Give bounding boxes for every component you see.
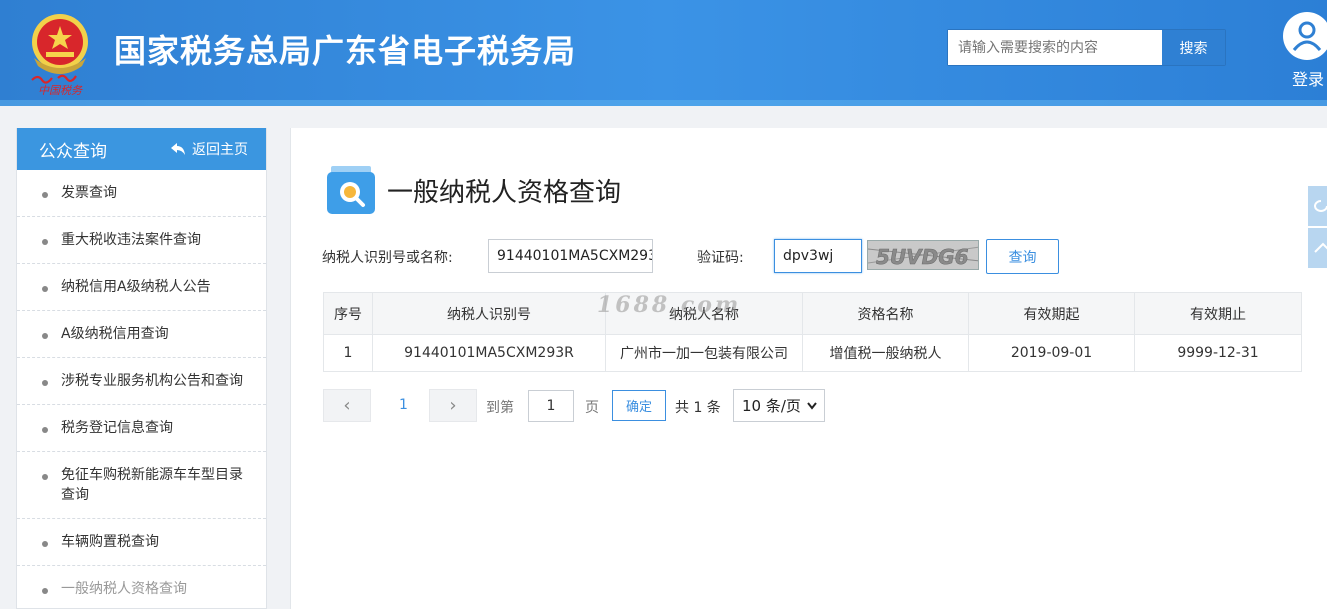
page-size-value: 10 条/页 — [742, 397, 801, 415]
page-title: 一般纳税人资格查询 — [387, 178, 622, 208]
sidebar-item-general-taxpayer[interactable]: 一般纳税人资格查询 — [17, 566, 266, 608]
captcha-noise-icon: 5UVDG6 — [868, 245, 978, 269]
chevron-down-icon — [807, 401, 817, 410]
goto-page-input[interactable]: 1 — [528, 390, 574, 422]
goto-prefix: 到第 — [486, 400, 514, 416]
sidebar-item-invoice-query[interactable]: 发票查询 — [17, 170, 266, 217]
cell-qualification: 增值税一般纳税人 — [802, 334, 969, 372]
search-input[interactable] — [948, 30, 1161, 65]
cell-valid-from: 2019-09-01 — [968, 334, 1135, 372]
national-emblem-icon: 中国税务 — [31, 14, 88, 97]
cell-index: 1 — [323, 334, 373, 372]
captcha-input[interactable]: dpv3wj — [774, 239, 862, 273]
back-home-link[interactable]: 返回主页 — [170, 139, 248, 159]
col-header-taxpayer-id: 纳税人识别号 — [372, 292, 606, 335]
chat-button[interactable] — [1308, 186, 1327, 226]
sidebar-item-service-agency[interactable]: 涉税专业服务机构公告和查询 — [17, 358, 266, 405]
chevron-up-icon — [1314, 242, 1327, 253]
goto-suffix: 页 — [585, 400, 599, 416]
sidebar-item-credit-a-notice[interactable]: 纳税信用A级纳税人公告 — [17, 264, 266, 311]
sidebar-item-credit-a-query[interactable]: A级纳税信用查询 — [17, 311, 266, 358]
sidebar-item-new-energy-vehicle[interactable]: 免征车购税新能源车车型目录查询 — [17, 452, 266, 519]
table-row: 1 91440101MA5CXM293R 广州市一加一包装有限公司 增值税一般纳… — [323, 334, 1302, 372]
watermark-text: 1688.com — [597, 292, 742, 318]
cell-valid-to: 9999-12-31 — [1134, 334, 1302, 372]
query-button[interactable]: 查询 — [986, 239, 1059, 274]
sidebar: 公众查询 返回主页 发票查询 重大税收违法案件查询 纳税信用A级纳税人公告 A级… — [16, 128, 267, 609]
main-content: 一般纳税人资格查询 纳税人识别号或名称: 91440101MA5CXM293R … — [290, 128, 1327, 609]
sidebar-item-vehicle-tax[interactable]: 车辆购置税查询 — [17, 519, 266, 566]
svg-text:5UVDG6: 5UVDG6 — [876, 245, 969, 269]
results-table: 序号 纳税人识别号 纳税人名称 资格名称 有效期起 有效期止 1 9144010… — [323, 292, 1302, 372]
next-page-button[interactable]: › — [429, 389, 477, 422]
taxpayer-id-input[interactable]: 91440101MA5CXM293R — [488, 239, 653, 273]
chat-bubble-icon — [1314, 200, 1327, 212]
site-header: 中国税务 国家税务总局广东省电子税务局 搜索 登录 — [0, 0, 1327, 106]
floating-toolbar — [1308, 186, 1327, 270]
prev-page-button[interactable]: ‹ — [323, 389, 371, 422]
col-header-valid-from: 有效期起 — [968, 292, 1135, 335]
search-document-icon — [327, 166, 375, 214]
svg-text:中国税务: 中国税务 — [38, 84, 83, 97]
sidebar-header: 公众查询 返回主页 — [17, 128, 266, 170]
back-to-top-button[interactable] — [1308, 228, 1327, 268]
login-link[interactable]: 登录 — [1283, 12, 1327, 90]
user-icon — [1283, 12, 1327, 60]
search-button[interactable]: 搜索 — [1161, 30, 1225, 65]
taxpayer-label: 纳税人识别号或名称: — [322, 250, 453, 266]
header-search: 搜索 — [947, 29, 1226, 66]
current-page[interactable]: 1 — [399, 397, 408, 413]
col-header-valid-to: 有效期止 — [1134, 292, 1302, 335]
back-home-label: 返回主页 — [192, 142, 248, 158]
cell-taxpayer-name: 广州市一加一包装有限公司 — [605, 334, 803, 372]
total-count: 共 1 条 — [675, 400, 721, 416]
captcha-image[interactable]: 5UVDG6 — [867, 240, 979, 270]
table-header-row: 序号 纳税人识别号 纳税人名称 资格名称 有效期起 有效期止 — [323, 292, 1302, 335]
col-header-qualification: 资格名称 — [802, 292, 969, 335]
col-header-index: 序号 — [323, 292, 373, 335]
back-arrow-icon — [171, 143, 185, 155]
sidebar-item-registration[interactable]: 税务登记信息查询 — [17, 405, 266, 452]
chevron-right-icon: › — [449, 395, 457, 416]
site-title: 国家税务总局广东省电子税务局 — [114, 32, 577, 70]
chevron-left-icon: ‹ — [343, 395, 351, 416]
goto-confirm-button[interactable]: 确定 — [612, 390, 666, 421]
page-size-select[interactable]: 10 条/页 — [733, 389, 825, 422]
sidebar-item-major-violation[interactable]: 重大税收违法案件查询 — [17, 217, 266, 264]
cell-taxpayer-id: 91440101MA5CXM293R — [372, 334, 606, 372]
sidebar-title: 公众查询 — [39, 141, 107, 162]
login-label: 登录 — [1291, 70, 1324, 89]
captcha-label: 验证码: — [697, 250, 744, 266]
